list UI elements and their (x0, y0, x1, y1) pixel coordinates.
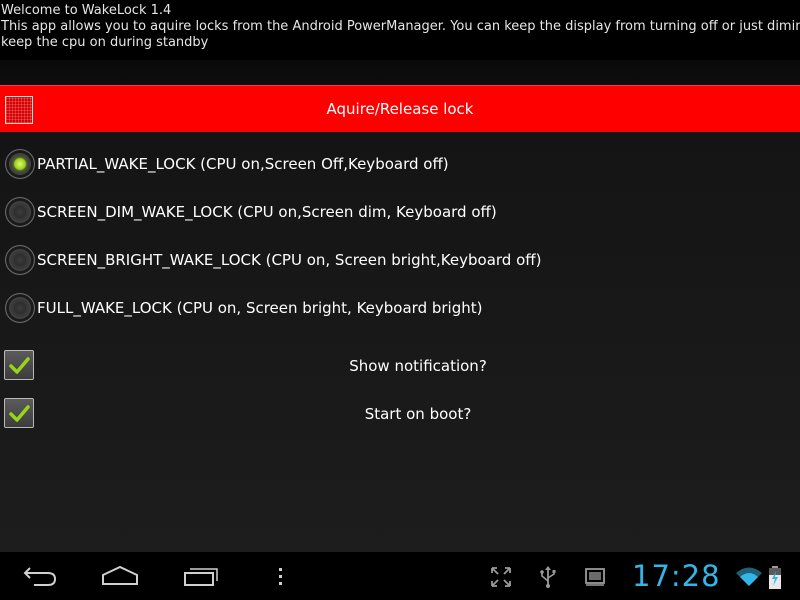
intro-line-2: This app allows you to aquire locks from… (1, 19, 800, 34)
option-start-on-boot[interactable]: Start on boot? (0, 393, 800, 435)
intro-line-3: keep the cpu on during standby (1, 35, 209, 50)
start-on-boot-checkbox[interactable] (4, 398, 34, 428)
checkmark-icon (9, 405, 30, 422)
radio-full-wake-lock[interactable]: FULL_WAKE_LOCK (CPU on, Screen bright, K… (0, 285, 800, 331)
show-notification-checkbox[interactable] (4, 350, 34, 380)
app-content: Welcome to WakeLock 1.4 This app allows … (0, 0, 800, 552)
radio-label: SCREEN_BRIGHT_WAKE_LOCK (CPU on, Screen … (37, 251, 542, 269)
radio-screen-dim-wake-lock[interactable]: SCREEN_DIM_WAKE_LOCK (CPU on,Screen dim,… (0, 189, 800, 235)
radio-button[interactable] (5, 293, 35, 323)
system-bar: 17:28 (0, 552, 800, 600)
show-notification-label: Show notification? (349, 357, 487, 375)
status-clock: 17:28 (632, 559, 721, 593)
lock-toggle-label: Aquire/Release lock (326, 100, 474, 118)
wifi-icon (736, 567, 762, 586)
screen-compat-icon[interactable] (489, 565, 513, 589)
radio-button[interactable] (5, 149, 35, 179)
intro-text: Welcome to WakeLock 1.4 This app allows … (0, 0, 800, 60)
usb-icon (540, 566, 556, 588)
debug-icon (585, 568, 605, 586)
lock-toggle-bar[interactable]: Aquire/Release lock (0, 85, 800, 132)
checkmark-icon (9, 357, 30, 374)
radio-button[interactable] (5, 197, 35, 227)
home-icon[interactable] (100, 564, 140, 588)
menu-icon[interactable] (275, 564, 287, 588)
start-on-boot-label: Start on boot? (364, 405, 472, 423)
intro-line-1: Welcome to WakeLock 1.4 (1, 3, 172, 18)
option-show-notification[interactable]: Show notification? (0, 345, 800, 387)
radio-button[interactable] (5, 245, 35, 275)
radio-label: PARTIAL_WAKE_LOCK (CPU on,Screen Off,Key… (37, 155, 449, 173)
radio-label: FULL_WAKE_LOCK (CPU on, Screen bright, K… (37, 299, 483, 317)
battery-charging-icon (769, 566, 781, 589)
recent-apps-icon[interactable] (182, 564, 220, 588)
radio-label: SCREEN_DIM_WAKE_LOCK (CPU on,Screen dim,… (37, 203, 497, 221)
radio-partial-wake-lock[interactable]: PARTIAL_WAKE_LOCK (CPU on,Screen Off,Key… (0, 141, 800, 187)
radio-screen-bright-wake-lock[interactable]: SCREEN_BRIGHT_WAKE_LOCK (CPU on, Screen … (0, 237, 800, 283)
back-icon[interactable] (22, 564, 58, 588)
